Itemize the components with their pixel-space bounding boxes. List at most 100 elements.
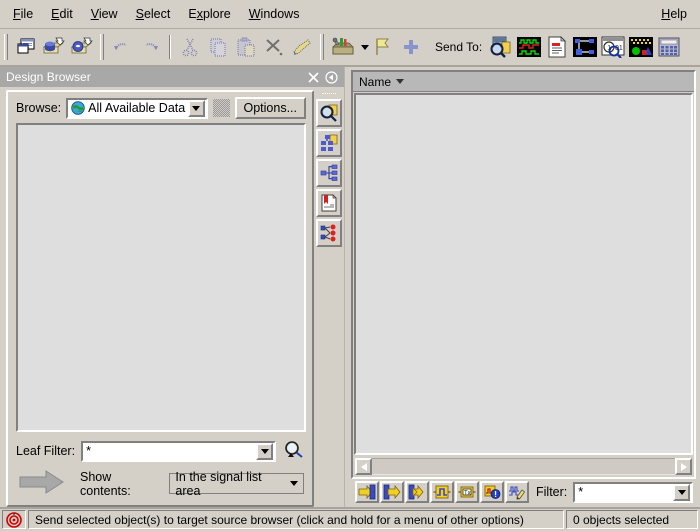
menu-select[interactable]: Select bbox=[127, 4, 180, 24]
scroll-left-button[interactable] bbox=[355, 458, 372, 475]
hierarchy-icon[interactable] bbox=[316, 159, 342, 187]
send-to-waveform-icon[interactable] bbox=[516, 34, 542, 60]
svg-text:Tx: Tx bbox=[464, 490, 471, 496]
pane-splitter[interactable] bbox=[344, 67, 349, 507]
triangle-left-icon bbox=[360, 462, 367, 471]
marker-icon[interactable] bbox=[398, 34, 424, 60]
show-contents-label: Show contents: bbox=[80, 469, 131, 498]
find-icon[interactable] bbox=[316, 99, 342, 127]
options-button[interactable]: Options... bbox=[234, 97, 306, 119]
send-to-label: Send To: bbox=[435, 40, 483, 54]
toolbox-icon[interactable] bbox=[329, 34, 359, 60]
probe-icon[interactable] bbox=[370, 34, 396, 60]
status-bar: Send selected object(s) to target source… bbox=[0, 507, 700, 531]
undo-icon[interactable] bbox=[109, 34, 135, 60]
leaf-filter-value: * bbox=[86, 444, 91, 458]
show-contents-combo[interactable]: In the signal list area bbox=[169, 470, 304, 498]
toolbar-grip-3[interactable] bbox=[320, 34, 324, 60]
vtoolbar-grip[interactable] bbox=[322, 93, 336, 97]
scope-toggle-button[interactable] bbox=[212, 99, 230, 117]
signal-list-column-header[interactable]: Name bbox=[353, 72, 694, 92]
signal-list-body[interactable] bbox=[354, 93, 693, 455]
send-to-browser-icon[interactable] bbox=[488, 34, 514, 60]
input-signal-icon[interactable] bbox=[355, 481, 379, 503]
open-database-icon[interactable] bbox=[41, 34, 67, 60]
inout-signal-icon[interactable] bbox=[405, 481, 429, 503]
scroll-right-button[interactable] bbox=[675, 458, 692, 475]
show-contents-value: In the signal list area bbox=[175, 469, 262, 498]
internal-signal-icon[interactable] bbox=[430, 481, 454, 503]
design-browser-title-bar: Design Browser bbox=[0, 67, 344, 87]
chevron-down-icon bbox=[290, 481, 298, 486]
leaf-filter-input[interactable]: * bbox=[81, 440, 276, 462]
toolbar-grip[interactable] bbox=[4, 34, 8, 60]
send-to-schematic-icon[interactable] bbox=[572, 34, 598, 60]
status-message: Send selected object(s) to target source… bbox=[28, 510, 564, 529]
design-tree-list[interactable] bbox=[16, 123, 306, 432]
design-browser-body: Browse: All Available Data Options... Le… bbox=[0, 87, 344, 507]
signal-list-pane: Name Tx Filter: * bbox=[351, 70, 696, 505]
menu-windows[interactable]: Windows bbox=[240, 4, 309, 24]
signal-tree-icon[interactable] bbox=[316, 219, 342, 247]
column-header-name: Name bbox=[359, 74, 392, 89]
search-icon[interactable] bbox=[282, 439, 306, 463]
menu-help[interactable]: Help bbox=[652, 4, 696, 24]
leaf-filter-label: Leaf Filter: bbox=[16, 444, 76, 458]
assertion-icon[interactable] bbox=[480, 481, 504, 503]
open-simulation-icon[interactable] bbox=[69, 34, 95, 60]
delete-icon[interactable] bbox=[261, 34, 287, 60]
globe-icon bbox=[71, 101, 85, 115]
close-icon[interactable] bbox=[304, 68, 322, 86]
send-to-memory-icon[interactable] bbox=[628, 34, 654, 60]
signal-list-toolbar: Tx Filter: * bbox=[351, 479, 696, 505]
toolbar: Send To: 1 01 bbox=[0, 29, 700, 67]
send-to-register-icon[interactable]: 1 01 bbox=[600, 34, 626, 60]
main-area: Design Browser Browse: All Available Dat… bbox=[0, 67, 700, 507]
menu-explore[interactable]: Explore bbox=[179, 4, 239, 24]
menu-bar: File Edit View Select Explore Windows He… bbox=[0, 0, 700, 29]
design-browser-vertical-toolbar bbox=[314, 87, 344, 507]
toolbar-separator bbox=[169, 35, 171, 59]
scroll-track[interactable] bbox=[372, 458, 675, 475]
output-signal-icon[interactable] bbox=[380, 481, 404, 503]
signal-filter-value: * bbox=[578, 485, 584, 499]
copy-icon[interactable] bbox=[205, 34, 231, 60]
collapse-icon[interactable] bbox=[322, 68, 340, 86]
selection-count: 0 objects selected bbox=[566, 510, 698, 529]
target-icon[interactable] bbox=[2, 510, 26, 529]
send-to-calculator-icon[interactable] bbox=[656, 34, 682, 60]
show-contents-row: Show contents: In the signal list area bbox=[8, 468, 312, 505]
sort-descending-icon[interactable] bbox=[396, 79, 405, 84]
toolbar-grip-2[interactable] bbox=[100, 34, 104, 60]
source-file-icon[interactable] bbox=[316, 189, 342, 217]
chevron-down-icon[interactable] bbox=[256, 442, 273, 460]
signal-list-frame: Name bbox=[351, 70, 696, 479]
cut-icon[interactable] bbox=[177, 34, 203, 60]
design-browser-inner: Browse: All Available Data Options... Le… bbox=[6, 90, 314, 507]
waveform-edit-icon[interactable] bbox=[505, 481, 529, 503]
menu-file[interactable]: File bbox=[4, 4, 42, 24]
menu-view[interactable]: View bbox=[82, 4, 127, 24]
design-browser-pane: Design Browser Browse: All Available Dat… bbox=[0, 67, 344, 507]
right-arrow-icon bbox=[18, 469, 66, 498]
application-window: File Edit View Select Explore Windows He… bbox=[0, 0, 700, 531]
triangle-right-icon bbox=[680, 462, 687, 471]
chevron-down-icon[interactable] bbox=[187, 99, 205, 117]
browse-scope-value: All Available Data bbox=[88, 101, 186, 115]
browse-scope-combo[interactable]: All Available Data bbox=[66, 97, 208, 119]
new-window-icon[interactable] bbox=[13, 34, 39, 60]
transaction-icon[interactable]: Tx bbox=[455, 481, 479, 503]
scope-tree-icon[interactable] bbox=[316, 129, 342, 157]
paste-icon[interactable] bbox=[233, 34, 259, 60]
toolbox-dropdown-arrow[interactable] bbox=[361, 44, 369, 50]
design-browser-title: Design Browser bbox=[6, 70, 91, 84]
redo-icon[interactable] bbox=[137, 34, 163, 60]
signal-filter-input[interactable]: * bbox=[573, 481, 693, 503]
send-to-source-icon[interactable] bbox=[544, 34, 570, 60]
chevron-down-icon[interactable] bbox=[673, 483, 690, 501]
toolbar-right-group: Send To: 1 01 bbox=[316, 29, 700, 65]
browse-row: Browse: All Available Data Options... bbox=[8, 92, 312, 123]
menu-edit[interactable]: Edit bbox=[42, 4, 82, 24]
signal-list-hscrollbar[interactable] bbox=[355, 458, 692, 475]
highlight-icon[interactable] bbox=[289, 34, 315, 60]
